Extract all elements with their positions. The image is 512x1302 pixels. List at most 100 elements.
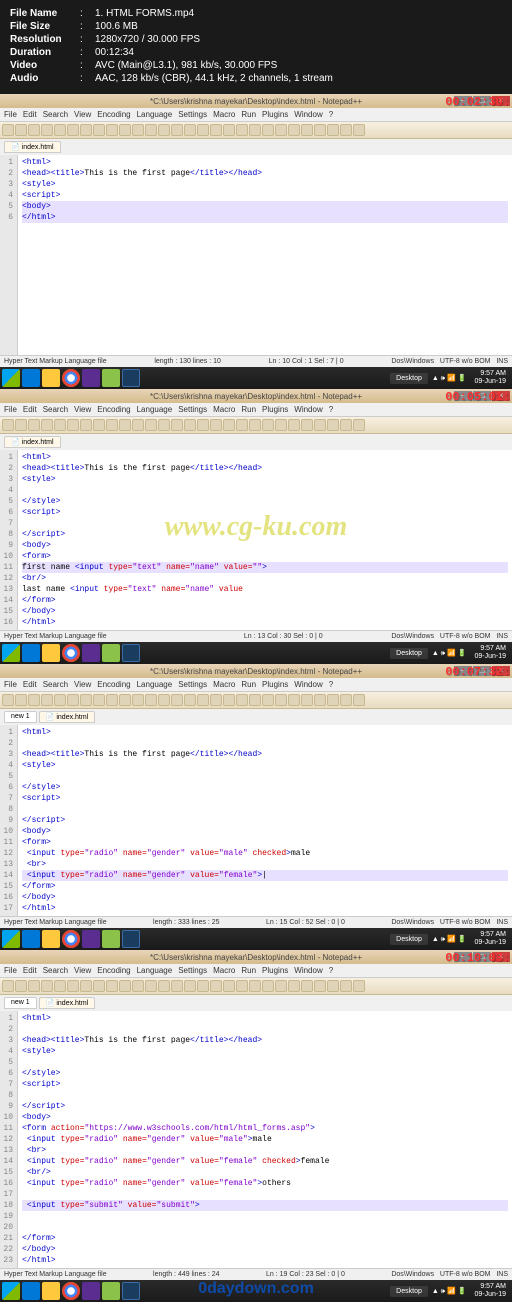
- code-line[interactable]: <body>: [22, 540, 508, 551]
- code-line[interactable]: [22, 518, 508, 529]
- toolbar-button[interactable]: [301, 124, 313, 136]
- toolbar-button[interactable]: [184, 419, 196, 431]
- toolbar-button[interactable]: [210, 694, 222, 706]
- code-line[interactable]: <style>: [22, 179, 508, 190]
- toolbar-button[interactable]: [41, 124, 53, 136]
- toolbar-button[interactable]: [132, 980, 144, 992]
- code-line[interactable]: [22, 485, 508, 496]
- toolbar-button[interactable]: [288, 419, 300, 431]
- toolbar-button[interactable]: [249, 419, 261, 431]
- menu-item[interactable]: File: [4, 680, 17, 689]
- toolbar-button[interactable]: [106, 980, 118, 992]
- toolbar-button[interactable]: [262, 124, 274, 136]
- toolbar-button[interactable]: [132, 694, 144, 706]
- toolbar-button[interactable]: [314, 694, 326, 706]
- code-area[interactable]: <html><head><title>This is the first pag…: [18, 450, 512, 630]
- menu-item[interactable]: File: [4, 110, 17, 119]
- toolbar-button[interactable]: [67, 124, 79, 136]
- menu-item[interactable]: View: [74, 110, 91, 119]
- toolbar-button[interactable]: [28, 419, 40, 431]
- toolbar-button[interactable]: [145, 980, 157, 992]
- toolbar-button[interactable]: [210, 419, 222, 431]
- toolbar-button[interactable]: [158, 694, 170, 706]
- taskbar-icon[interactable]: [22, 1282, 40, 1300]
- toolbar-button[interactable]: [80, 419, 92, 431]
- toolbar-button[interactable]: [54, 419, 66, 431]
- toolbar-button[interactable]: [93, 124, 105, 136]
- code-line[interactable]: </script>: [22, 529, 508, 540]
- toolbar-button[interactable]: [106, 694, 118, 706]
- toolbar-button[interactable]: [288, 694, 300, 706]
- code-line[interactable]: <input type="radio" name="gender" value=…: [22, 1156, 508, 1167]
- file-tab-active[interactable]: 📄 index.html: [4, 436, 61, 448]
- code-line[interactable]: <input type="radio" name="gender" value=…: [22, 1178, 508, 1189]
- menu-item[interactable]: Language: [137, 110, 173, 119]
- code-line[interactable]: <script>: [22, 507, 508, 518]
- toolbar-button[interactable]: [2, 980, 14, 992]
- code-line[interactable]: </script>: [22, 1101, 508, 1112]
- toolbar-button[interactable]: [145, 124, 157, 136]
- code-line[interactable]: [22, 1090, 508, 1101]
- taskbar-icon[interactable]: [62, 644, 80, 662]
- code-area[interactable]: <html><head><title>This is the first pag…: [18, 725, 512, 916]
- menu-item[interactable]: Run: [241, 110, 256, 119]
- toolbar-button[interactable]: [223, 124, 235, 136]
- toolbar-button[interactable]: [15, 694, 27, 706]
- code-line[interactable]: [22, 771, 508, 782]
- code-line[interactable]: <form>: [22, 837, 508, 848]
- toolbar-button[interactable]: [132, 419, 144, 431]
- menu-item[interactable]: Window: [294, 110, 322, 119]
- code-editor[interactable]: 1234567891011121314151617<html><head><ti…: [0, 725, 512, 916]
- code-line[interactable]: <body>: [22, 201, 508, 212]
- code-line[interactable]: [22, 804, 508, 815]
- toolbar-button[interactable]: [275, 124, 287, 136]
- toolbar-button[interactable]: [28, 124, 40, 136]
- code-line[interactable]: <br/>: [22, 1167, 508, 1178]
- code-line[interactable]: <input type="radio" name="gender" value=…: [22, 870, 508, 881]
- tray-icon[interactable]: ▲ 🕪 📶 🔋: [432, 935, 467, 944]
- toolbar-button[interactable]: [119, 124, 131, 136]
- code-line[interactable]: [22, 1211, 508, 1222]
- toolbar-button[interactable]: [340, 694, 352, 706]
- toolbar-button[interactable]: [314, 980, 326, 992]
- toolbar-button[interactable]: [171, 124, 183, 136]
- menu-item[interactable]: ?: [329, 405, 333, 414]
- tray-clock[interactable]: 9:57 AM09-Jun-19: [470, 370, 510, 386]
- toolbar-button[interactable]: [171, 419, 183, 431]
- toolbar-button[interactable]: [15, 419, 27, 431]
- taskbar-icon[interactable]: [22, 644, 40, 662]
- toolbar-button[interactable]: [106, 419, 118, 431]
- code-line[interactable]: </style>: [22, 1068, 508, 1079]
- taskbar-icon[interactable]: [102, 930, 120, 948]
- tray-clock[interactable]: 9:57 AM09-Jun-19: [470, 931, 510, 947]
- toolbar-button[interactable]: [145, 694, 157, 706]
- code-line[interactable]: <script>: [22, 793, 508, 804]
- start-button[interactable]: [2, 369, 20, 387]
- menu-item[interactable]: Plugins: [262, 966, 288, 975]
- menu-item[interactable]: Search: [43, 405, 68, 414]
- toolbar-button[interactable]: [353, 980, 365, 992]
- toolbar-button[interactable]: [210, 980, 222, 992]
- taskbar-icon[interactable]: [82, 930, 100, 948]
- code-line[interactable]: </form>: [22, 881, 508, 892]
- toolbar-button[interactable]: [171, 980, 183, 992]
- toolbar-button[interactable]: [93, 980, 105, 992]
- menu-item[interactable]: Encoding: [97, 680, 130, 689]
- taskbar-icon[interactable]: [82, 644, 100, 662]
- taskbar-icon[interactable]: [62, 1282, 80, 1300]
- menu-item[interactable]: View: [74, 405, 91, 414]
- toolbar-button[interactable]: [119, 980, 131, 992]
- code-line[interactable]: <input type="submit" value="submit">: [22, 1200, 508, 1211]
- toolbar-button[interactable]: [145, 419, 157, 431]
- menu-item[interactable]: Plugins: [262, 405, 288, 414]
- file-tab[interactable]: new 1: [4, 711, 37, 723]
- taskbar-icon[interactable]: [22, 930, 40, 948]
- toolbar-button[interactable]: [327, 124, 339, 136]
- toolbar-button[interactable]: [262, 419, 274, 431]
- menu-item[interactable]: Language: [137, 966, 173, 975]
- code-line[interactable]: </form>: [22, 1233, 508, 1244]
- toolbar-button[interactable]: [262, 980, 274, 992]
- code-line[interactable]: [22, 1222, 508, 1233]
- start-button[interactable]: [2, 644, 20, 662]
- taskbar-icon[interactable]: [102, 369, 120, 387]
